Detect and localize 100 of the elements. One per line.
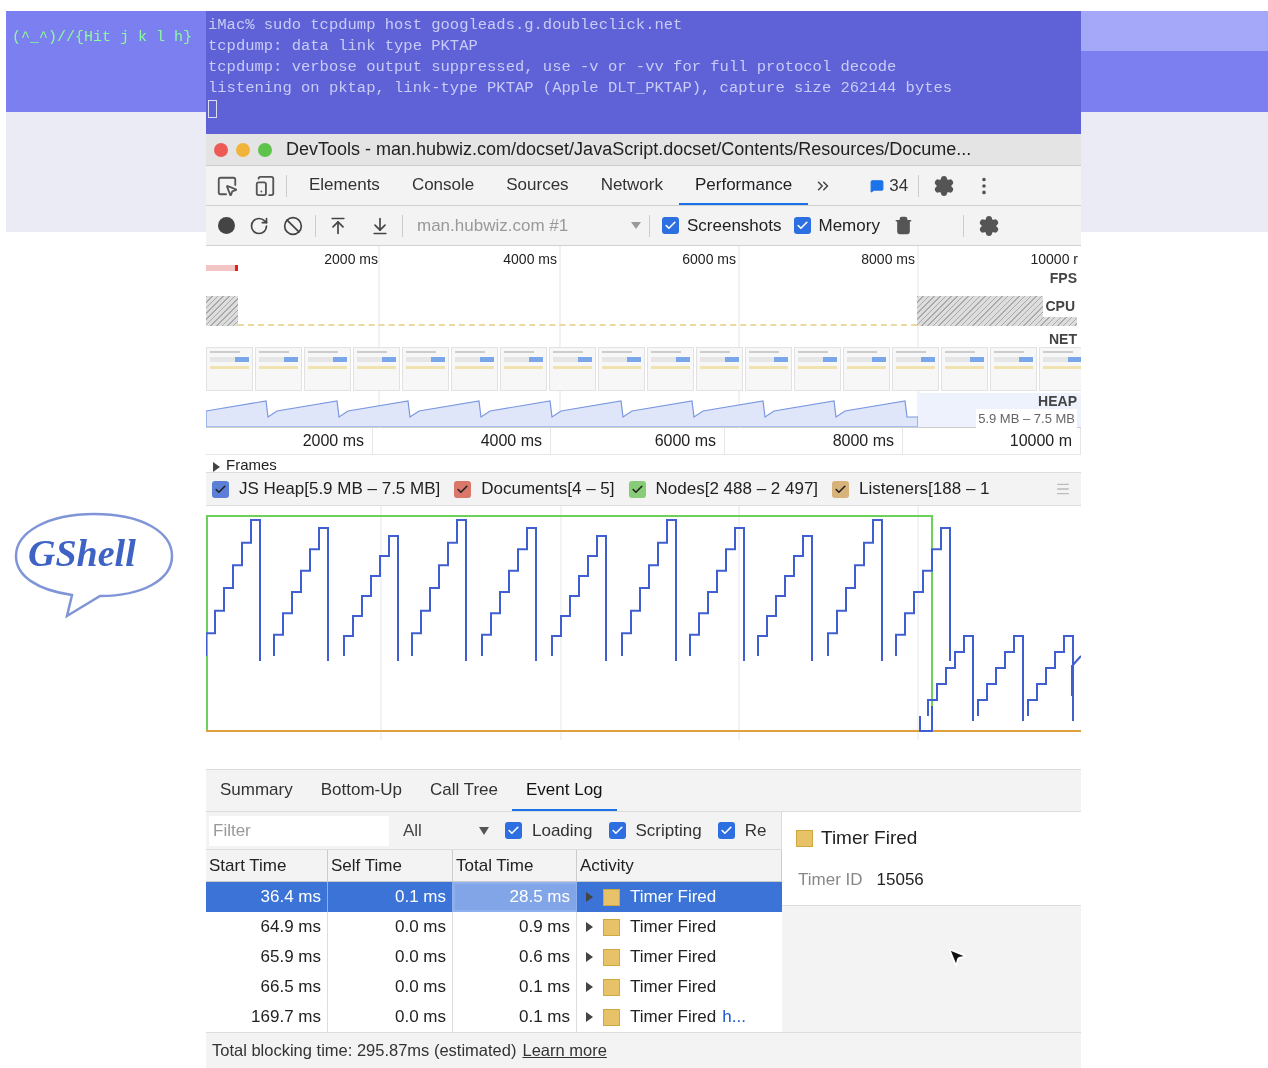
details-tab[interactable]: Bottom-Up [306,770,416,811]
filter-field[interactable]: Filter [209,815,389,846]
category-swatch [796,829,813,847]
settings-icon[interactable] [933,174,956,197]
settings-icon[interactable] [977,214,1000,237]
checkbox[interactable] [454,480,472,498]
category-swatch [603,888,620,906]
details-tab[interactable]: Call Tree [416,770,512,811]
terminal-line: listening on pktap, link-type PKTAP (Apple DLT_PKTAP), capture size 262144 bytes [208,78,953,99]
checkbox[interactable] [717,822,735,839]
counter-label: Listeners[188 – 1 [859,478,990,501]
mouse-pointer-icon [946,946,968,968]
screenshot-thumbnail [843,347,890,392]
heap-range: 5.9 MB – 7.5 MB [976,409,1077,429]
counter-label: Documents[4 – 5] [481,478,615,501]
field-value: 15056 [876,868,924,891]
key-hint-text: (^_^)//{Hit j k l h} [12,28,193,48]
checkbox[interactable] [793,217,811,234]
screenshot-thumbnail [500,347,547,392]
column-header[interactable]: Total Time [453,850,577,882]
expand-triangle-icon[interactable] [212,462,220,472]
upload-icon[interactable] [328,215,348,236]
download-icon[interactable] [370,215,390,236]
time-tick: 2000 ms [302,431,364,451]
checkbox[interactable] [505,822,522,839]
screenshot-thumbnail [794,347,841,392]
checkbox[interactable] [662,217,679,234]
check-icon [795,219,809,232]
track-label: CPU [1043,295,1077,317]
trash-icon[interactable] [893,216,913,235]
track-label: NET [1049,330,1077,348]
track-label: HEAP [1038,393,1077,409]
checkbox[interactable] [212,480,229,498]
screenshot-thumbnail [941,347,988,392]
issues-count[interactable]: 34 [889,172,909,199]
category-swatch [603,978,620,996]
checkbox[interactable] [608,822,626,839]
screenshot-thumbnail [255,347,302,392]
activity-name: Timer Fired [630,976,717,999]
category-label: Scripting [635,819,702,842]
close-button[interactable] [214,142,228,157]
fps-bar [206,265,238,271]
category-label: Loading [532,819,593,842]
column-header[interactable]: Self Time [328,850,453,882]
logo-text: GShell [28,534,136,572]
issues-icon[interactable] [870,178,885,193]
screenshot-thumbnail [598,347,645,392]
panel-tab[interactable]: Elements [293,166,396,205]
column-header[interactable]: Start Time [206,850,328,882]
blocking-time-text: Total blocking time: 295.87ms (estimated) [212,1040,517,1062]
track-label: FPS [1049,269,1077,288]
check-icon [630,482,644,496]
details-title: Timer Fired [821,826,918,850]
expand-triangle-icon[interactable] [585,952,593,962]
counter-label: Nodes[2 488 – 2 497] [655,478,819,501]
check-icon [834,482,848,496]
reload-icon[interactable] [249,215,269,236]
check-icon [719,824,733,837]
source-link[interactable]: h... [722,1004,746,1030]
panel-tab[interactable]: Network [584,166,679,205]
terminal-line: tcpdump: data link type PKTAP [208,36,478,57]
cpu-activity-hatch [206,295,238,326]
clear-icon[interactable] [283,215,303,236]
time-tick: 8000 ms [861,250,915,269]
category-swatch [603,918,620,936]
category-swatch [603,948,620,966]
inspect-icon[interactable] [216,174,238,197]
details-tab[interactable]: Summary [206,770,307,811]
activity-name: Timer Fired [630,916,717,939]
expand-triangle-icon[interactable] [585,1012,593,1022]
screenshot-thumbnail [647,347,694,392]
level-select[interactable]: All [403,817,489,844]
check-icon [664,219,677,232]
checkbox[interactable] [628,480,646,498]
panel-tab[interactable]: Sources [490,166,585,205]
screenshot-thumbnail [402,347,449,392]
activity-name: Timer Fired [630,1006,717,1029]
learn-more-link[interactable]: Learn more [522,1038,607,1063]
panel-tab[interactable]: Console [395,166,491,205]
time-tick: 6000 ms [654,431,716,451]
terminal-line: iMac% sudo tcpdump host googleads.g.doubleclick.net [208,15,683,36]
checkbox[interactable] [832,480,850,498]
screenshot-thumbnail [990,347,1037,392]
table-cell: 28.5 ms [453,882,577,912]
column-header[interactable]: Activity [577,850,782,882]
check-icon [456,482,470,496]
time-tick: 4000 ms [503,250,557,269]
device-icon[interactable] [254,174,276,197]
terminal-line: tcpdump: verbose output suppressed, use -v or -vv for full protocol decode [208,57,897,78]
terminal-cursor [208,100,217,118]
screenshot-thumbnail [451,347,498,392]
expand-triangle-icon[interactable] [585,982,593,992]
screenshot-thumbnail [745,347,792,392]
record-button[interactable] [218,217,235,234]
category-swatch [603,1008,620,1026]
screenshot-thumbnail [206,347,253,392]
expand-triangle-icon[interactable] [585,922,593,932]
time-tick: 6000 ms [682,250,736,269]
activity-cell[interactable]: Timer Fired [577,882,782,912]
activity-name: Timer Fired [630,946,717,969]
